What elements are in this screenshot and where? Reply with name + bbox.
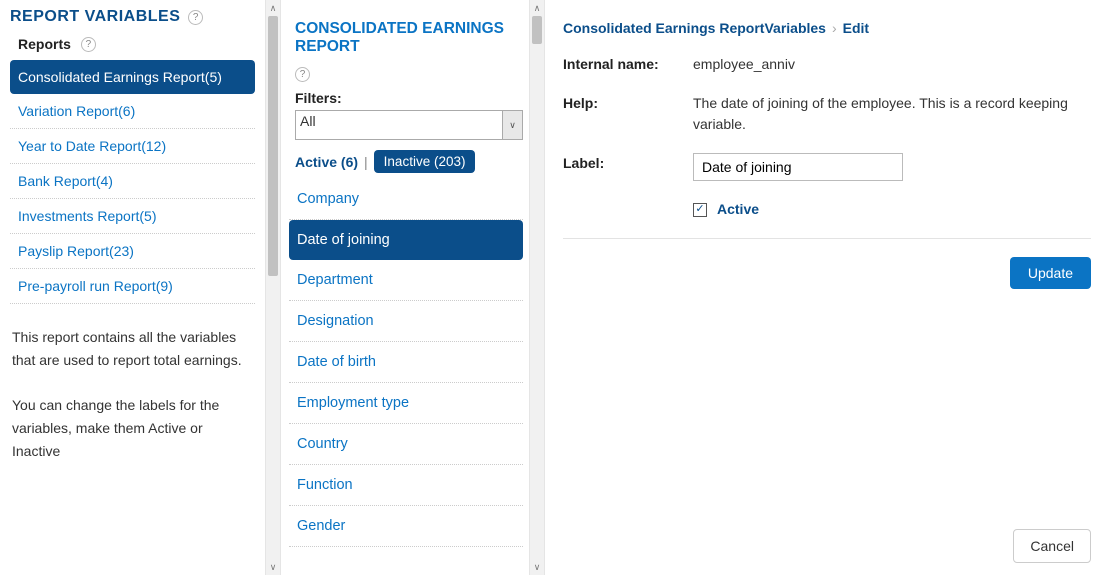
- scroll-down-icon[interactable]: ∨: [266, 559, 280, 575]
- label-label: Label:: [563, 153, 693, 171]
- scroll-down-icon[interactable]: ∨: [530, 559, 544, 575]
- report-list-item[interactable]: Investments Report(5): [10, 199, 255, 234]
- update-button[interactable]: Update: [1010, 257, 1091, 289]
- help-icon[interactable]: ?: [81, 37, 96, 52]
- label-input[interactable]: [693, 153, 903, 181]
- sidebar: REPORT VARIABLES ? Reports ? Consolidate…: [0, 0, 265, 575]
- filter-select[interactable]: All ∨: [295, 110, 523, 140]
- variable-list: CompanyDate of joiningDepartmentDesignat…: [289, 179, 523, 547]
- variable-list-item[interactable]: Designation: [289, 301, 523, 342]
- report-list-item[interactable]: Consolidated Earnings Report(5): [10, 60, 255, 94]
- scroll-up-icon[interactable]: ∧: [530, 0, 544, 16]
- internal-name-value: employee_anniv: [693, 54, 1091, 75]
- scrollbar-left[interactable]: ∧ ∨: [265, 0, 281, 575]
- variable-list-item[interactable]: Department: [289, 260, 523, 301]
- page-title: REPORT VARIABLES ?: [10, 8, 255, 26]
- separator: |: [364, 154, 368, 170]
- help-value: The date of joining of the employee. Thi…: [693, 93, 1091, 135]
- active-checkbox-label: Active: [717, 199, 759, 220]
- inactive-filter-button[interactable]: Inactive (203): [374, 150, 476, 173]
- detail-panel: Consolidated Earnings ReportVariables › …: [545, 0, 1109, 575]
- sidebar-description-1: This report contains all the variables t…: [10, 326, 255, 372]
- help-icon[interactable]: ?: [188, 10, 203, 25]
- cancel-button[interactable]: Cancel: [1013, 529, 1091, 563]
- report-list-item[interactable]: Pre-payroll run Report(9): [10, 269, 255, 304]
- report-list-item[interactable]: Bank Report(4): [10, 164, 255, 199]
- divider: [563, 238, 1091, 239]
- breadcrumb: Consolidated Earnings ReportVariables › …: [563, 20, 1091, 36]
- tab-reports[interactable]: Reports: [18, 36, 71, 52]
- variable-list-item[interactable]: Employment type: [289, 383, 523, 424]
- middle-panel: ∧ ∨ CONSOLIDATED EARNINGS REPORT ? Filte…: [265, 0, 545, 575]
- scroll-up-icon[interactable]: ∧: [266, 0, 280, 16]
- breadcrumb-part-2: Edit: [843, 20, 869, 36]
- active-checkbox[interactable]: ✓: [693, 203, 707, 217]
- breadcrumb-part-1[interactable]: Consolidated Earnings ReportVariables: [563, 20, 826, 36]
- filters-label: Filters:: [295, 90, 523, 106]
- variable-list-item[interactable]: Gender: [289, 506, 523, 547]
- sidebar-description-2: You can change the labels for the variab…: [10, 394, 255, 463]
- middle-title: CONSOLIDATED EARNINGS REPORT: [289, 20, 523, 56]
- scrollbar-right[interactable]: ∧ ∨: [529, 0, 545, 575]
- active-inactive-toggle: Active (6) | Inactive (203): [289, 150, 523, 173]
- active-filter-link[interactable]: Active (6): [295, 154, 358, 170]
- tab-row: Reports ?: [10, 36, 255, 52]
- variable-list-item[interactable]: Date of birth: [289, 342, 523, 383]
- internal-name-label: Internal name:: [563, 54, 693, 72]
- chevron-down-icon[interactable]: ∨: [502, 111, 522, 139]
- report-list-item[interactable]: Year to Date Report(12): [10, 129, 255, 164]
- variable-list-item[interactable]: Date of joining: [289, 220, 523, 260]
- report-list-item[interactable]: Payslip Report(23): [10, 234, 255, 269]
- variable-list-item[interactable]: Country: [289, 424, 523, 465]
- report-list: Consolidated Earnings Report(5)Variation…: [10, 60, 255, 304]
- filter-select-value: All: [300, 113, 316, 129]
- page-title-text: REPORT VARIABLES: [10, 8, 180, 26]
- help-icon[interactable]: ?: [295, 67, 310, 82]
- variable-list-item[interactable]: Function: [289, 465, 523, 506]
- chevron-right-icon: ›: [832, 20, 837, 36]
- report-list-item[interactable]: Variation Report(6): [10, 94, 255, 129]
- help-label: Help:: [563, 93, 693, 111]
- variable-list-item[interactable]: Company: [289, 179, 523, 220]
